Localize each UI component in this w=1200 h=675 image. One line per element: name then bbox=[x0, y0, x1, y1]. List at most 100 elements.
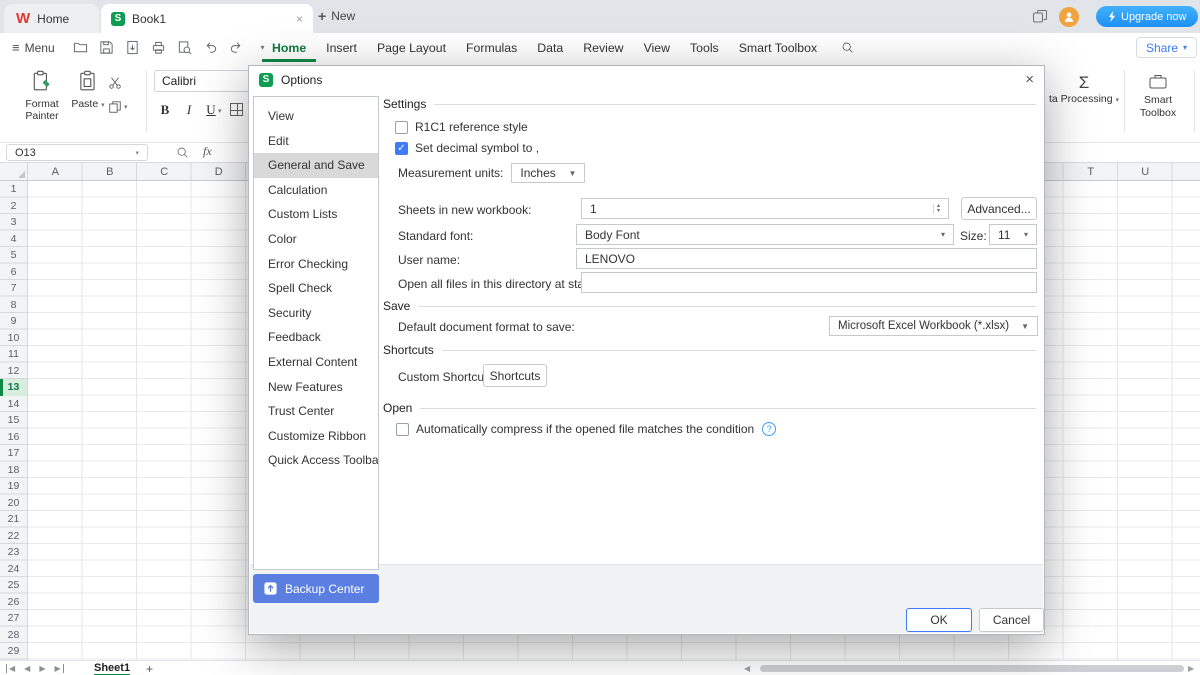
row-headers[interactable]: 1234567891011121314151617181920212223242… bbox=[0, 181, 28, 660]
sheet-tab-sheet1[interactable]: Sheet1 bbox=[94, 661, 130, 675]
row-header-2[interactable]: 2 bbox=[0, 198, 27, 215]
sheets-input[interactable]: 1 ▴▾ bbox=[581, 198, 949, 219]
column-header-D[interactable]: D bbox=[192, 163, 247, 180]
row-header-4[interactable]: 4 bbox=[0, 231, 27, 248]
tab-close-icon[interactable]: × bbox=[296, 12, 303, 26]
startup-directory-input[interactable] bbox=[581, 272, 1037, 293]
decimal-checkbox[interactable] bbox=[395, 142, 408, 155]
options-item-new-features[interactable]: New Features bbox=[254, 375, 378, 400]
tab-home[interactable]: Home bbox=[262, 33, 316, 62]
last-sheet-icon[interactable]: ▶ bbox=[54, 664, 63, 673]
row-header-15[interactable]: 15 bbox=[0, 412, 27, 429]
row-header-29[interactable]: 29 bbox=[0, 643, 27, 660]
row-header-13[interactable]: 13 bbox=[0, 379, 27, 396]
italic-button[interactable]: I bbox=[179, 100, 199, 120]
upgrade-now-button[interactable]: Upgrade now bbox=[1096, 6, 1198, 27]
name-box[interactable]: O13 ▾ bbox=[6, 144, 148, 161]
borders-button[interactable] bbox=[230, 103, 243, 121]
r1c1-checkbox-row[interactable]: R1C1 reference style bbox=[395, 120, 528, 134]
paste-button[interactable]: Paste ▾ bbox=[70, 70, 106, 110]
tab-page-layout[interactable]: Page Layout bbox=[367, 33, 456, 62]
row-header-19[interactable]: 19 bbox=[0, 478, 27, 495]
options-item-edit[interactable]: Edit bbox=[254, 129, 378, 154]
add-sheet-button[interactable]: + bbox=[146, 661, 153, 675]
row-header-18[interactable]: 18 bbox=[0, 462, 27, 479]
shortcuts-button[interactable]: Shortcuts bbox=[483, 364, 547, 387]
default-format-dropdown[interactable]: Microsoft Excel Workbook (*.xlsx) ▼ bbox=[829, 316, 1038, 336]
options-item-view[interactable]: View bbox=[254, 104, 378, 129]
user-avatar[interactable] bbox=[1059, 7, 1079, 27]
data-processing-button[interactable]: Σ ta Processing ▾ bbox=[1046, 72, 1122, 106]
insert-function-button[interactable]: fx bbox=[203, 144, 212, 159]
print-preview-icon[interactable] bbox=[176, 39, 193, 56]
horizontal-scrollbar[interactable] bbox=[760, 665, 1184, 672]
options-item-spell-check[interactable]: Spell Check bbox=[254, 276, 378, 301]
r1c1-checkbox[interactable] bbox=[395, 121, 408, 134]
spinner-icon[interactable]: ▴▾ bbox=[933, 204, 940, 214]
row-header-20[interactable]: 20 bbox=[0, 495, 27, 512]
row-header-17[interactable]: 17 bbox=[0, 445, 27, 462]
home-tab[interactable]: W Home bbox=[4, 4, 99, 33]
row-header-25[interactable]: 25 bbox=[0, 577, 27, 594]
decimal-checkbox-row[interactable]: Set decimal symbol to , bbox=[395, 141, 539, 155]
chevron-down-icon[interactable]: ▾ bbox=[218, 107, 222, 115]
font-name-combobox[interactable]: Calibri bbox=[154, 70, 258, 92]
tab-tools[interactable]: Tools bbox=[680, 33, 729, 62]
row-header-8[interactable]: 8 bbox=[0, 297, 27, 314]
redo-icon[interactable] bbox=[228, 39, 245, 56]
row-header-7[interactable]: 7 bbox=[0, 280, 27, 297]
scroll-left-icon[interactable]: ◀ bbox=[744, 664, 750, 673]
save-icon[interactable] bbox=[98, 39, 115, 56]
document-tab[interactable]: S Book1 × bbox=[101, 4, 313, 33]
new-document-button[interactable]: + New bbox=[318, 8, 355, 24]
options-item-trust-center[interactable]: Trust Center bbox=[254, 399, 378, 424]
tab-formulas[interactable]: Formulas bbox=[456, 33, 527, 62]
options-item-calculation[interactable]: Calculation bbox=[254, 178, 378, 203]
measurement-units-dropdown[interactable]: Inches ▼ bbox=[511, 163, 585, 183]
row-header-26[interactable]: 26 bbox=[0, 594, 27, 611]
search-icon[interactable] bbox=[841, 33, 854, 62]
undo-icon[interactable] bbox=[202, 39, 219, 56]
row-header-22[interactable]: 22 bbox=[0, 528, 27, 545]
format-painter-button[interactable]: Format Painter bbox=[16, 70, 68, 123]
row-header-11[interactable]: 11 bbox=[0, 346, 27, 363]
row-header-28[interactable]: 28 bbox=[0, 627, 27, 644]
row-header-3[interactable]: 3 bbox=[0, 214, 27, 231]
tab-view[interactable]: View bbox=[634, 33, 680, 62]
smart-toolbox-button[interactable]: Smart Toolbox bbox=[1128, 72, 1188, 120]
menu-button[interactable]: ≡ Menu bbox=[12, 33, 55, 62]
compress-checkbox[interactable] bbox=[396, 423, 409, 436]
magnifier-icon[interactable] bbox=[176, 146, 189, 164]
advanced-button[interactable]: Advanced... bbox=[961, 197, 1037, 220]
column-header-C[interactable]: C bbox=[137, 163, 192, 180]
bold-button[interactable]: B bbox=[155, 100, 175, 120]
row-header-23[interactable]: 23 bbox=[0, 544, 27, 561]
tab-review[interactable]: Review bbox=[573, 33, 633, 62]
column-header-U[interactable]: U bbox=[1118, 163, 1173, 180]
select-all-corner[interactable] bbox=[0, 163, 28, 181]
scroll-right-icon[interactable]: ▶ bbox=[1188, 664, 1194, 673]
next-sheet-icon[interactable]: ▶ bbox=[39, 664, 45, 673]
export-pdf-icon[interactable] bbox=[124, 39, 141, 56]
row-header-16[interactable]: 16 bbox=[0, 429, 27, 446]
row-header-6[interactable]: 6 bbox=[0, 264, 27, 281]
window-arrange-icon[interactable] bbox=[1032, 9, 1048, 30]
row-header-24[interactable]: 24 bbox=[0, 561, 27, 578]
column-header-B[interactable]: B bbox=[83, 163, 138, 180]
tab-insert[interactable]: Insert bbox=[316, 33, 367, 62]
share-button[interactable]: Share ▾ bbox=[1136, 37, 1197, 58]
row-header-10[interactable]: 10 bbox=[0, 330, 27, 347]
row-header-5[interactable]: 5 bbox=[0, 247, 27, 264]
first-sheet-icon[interactable]: ◀ bbox=[6, 664, 15, 673]
copy-button[interactable]: ▾ bbox=[108, 100, 128, 114]
column-header-T[interactable]: T bbox=[1064, 163, 1119, 180]
options-item-security[interactable]: Security bbox=[254, 301, 378, 326]
row-header-14[interactable]: 14 bbox=[0, 396, 27, 413]
close-icon[interactable]: × bbox=[1025, 71, 1034, 88]
username-input[interactable] bbox=[576, 248, 1037, 269]
ok-button[interactable]: OK bbox=[906, 608, 972, 632]
options-item-error-checking[interactable]: Error Checking bbox=[254, 252, 378, 277]
options-item-customize-ribbon[interactable]: Customize Ribbon bbox=[254, 424, 378, 449]
print-icon[interactable] bbox=[150, 39, 167, 56]
options-item-feedback[interactable]: Feedback bbox=[254, 325, 378, 350]
